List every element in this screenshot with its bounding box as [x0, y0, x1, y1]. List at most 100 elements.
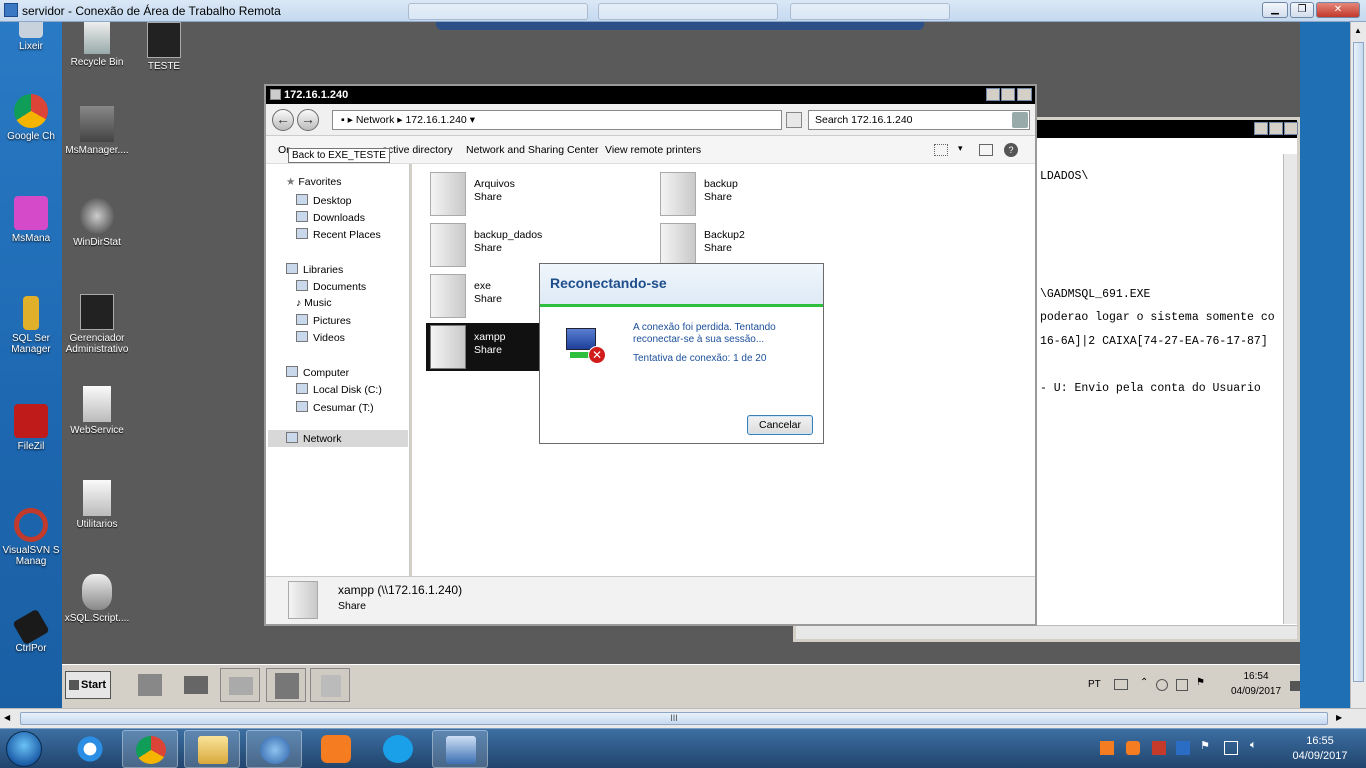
- host-icon-filezilla[interactable]: FileZil: [0, 404, 62, 452]
- host-clock[interactable]: 16:55 04/09/2017: [1290, 734, 1350, 764]
- scroll-thumb[interactable]: [1353, 42, 1364, 682]
- tray-icon[interactable]: [1156, 679, 1168, 691]
- remote-icon-recycle-bin[interactable]: Recycle Bin: [62, 22, 132, 68]
- chevron-up-icon[interactable]: ⌃: [1140, 677, 1148, 688]
- share-item-selected[interactable]: xampp Share: [426, 323, 546, 371]
- remote-icon-utilitarios[interactable]: Utilitarios: [62, 480, 132, 530]
- start-button[interactable]: Start: [65, 671, 111, 699]
- rdp-vertical-scrollbar[interactable]: ▲: [1350, 22, 1366, 708]
- host-icon-msmanager[interactable]: MsMana: [0, 196, 62, 244]
- back-button[interactable]: ←: [272, 109, 294, 131]
- breadcrumb-host[interactable]: 172.16.1.240: [405, 114, 466, 126]
- nav-pictures[interactable]: Pictures: [296, 314, 351, 327]
- search-icon[interactable]: [1012, 112, 1028, 128]
- nav-libraries[interactable]: Libraries: [286, 263, 343, 276]
- console-vertical-scrollbar[interactable]: [1283, 154, 1297, 624]
- taskbar-explorer-button[interactable]: [184, 730, 240, 768]
- explorer-maximize-button[interactable]: [1001, 88, 1015, 101]
- remote-icon-xsql[interactable]: xSQL.Script....: [62, 574, 132, 624]
- taskbar-chrome-button[interactable]: [122, 730, 178, 768]
- xampp-control-tray-icon[interactable]: [1126, 741, 1140, 755]
- remote-icon-gerenciador[interactable]: Gerenciador Administrativo: [62, 294, 132, 355]
- remote-clock-time[interactable]: 16:54: [1226, 671, 1286, 682]
- windows-start-orb[interactable]: [6, 731, 42, 767]
- console-maximize-button[interactable]: [1269, 122, 1283, 135]
- taskbar-remote-desktop-button[interactable]: [432, 730, 488, 768]
- taskbar-thunderbird-button[interactable]: [246, 730, 302, 768]
- explorer-close-button[interactable]: [1017, 88, 1032, 101]
- console-minimize-button[interactable]: [1254, 122, 1268, 135]
- background-tab[interactable]: [408, 3, 588, 20]
- console-horizontal-scrollbar[interactable]: [796, 625, 1297, 639]
- host-icon-ctrlport[interactable]: CtrlPor: [0, 608, 62, 654]
- nav-documents[interactable]: Documents: [296, 280, 366, 293]
- remote-icon-teste[interactable]: TESTE: [129, 22, 199, 72]
- nav-local-disk[interactable]: Local Disk (C:): [296, 383, 382, 396]
- network-tray-icon[interactable]: [1176, 679, 1188, 691]
- scroll-right-arrow-icon[interactable]: ▶: [1336, 713, 1342, 722]
- teamviewer-tray-icon[interactable]: [1176, 741, 1190, 755]
- taskbar-msmanager-button[interactable]: [266, 668, 306, 702]
- share-item[interactable]: Arquivos Share: [426, 170, 626, 218]
- network-sharing-center-button[interactable]: Network and Sharing Center: [466, 144, 599, 156]
- console-close-button[interactable]: [1284, 122, 1298, 135]
- share-item[interactable]: Backup2 Share: [656, 221, 856, 269]
- forward-button[interactable]: →: [297, 109, 319, 131]
- nav-downloads[interactable]: Downloads: [296, 211, 365, 224]
- host-icon-chrome[interactable]: Google Ch: [0, 94, 62, 142]
- taskbar-server-manager-button[interactable]: [130, 668, 170, 702]
- nav-music[interactable]: ♪ Music: [296, 297, 332, 309]
- nav-network[interactable]: Network: [286, 432, 342, 445]
- explorer-minimize-button[interactable]: [986, 88, 1000, 101]
- show-desktop-button[interactable]: [1290, 681, 1300, 691]
- taskbar-powershell-button[interactable]: [176, 668, 216, 702]
- background-tab[interactable]: [598, 3, 778, 20]
- taskbar-xampp-button[interactable]: [308, 730, 364, 768]
- refresh-button[interactable]: [786, 112, 802, 128]
- scroll-up-arrow-icon[interactable]: ▲: [1354, 26, 1362, 35]
- rdp-minimize-button[interactable]: ▁: [1262, 2, 1288, 18]
- preview-pane-icon[interactable]: [979, 144, 993, 156]
- breadcrumb-network[interactable]: Network: [356, 114, 395, 126]
- host-icon-sql-server[interactable]: SQL Ser Manager: [0, 296, 62, 355]
- nav-cesumar-drive[interactable]: Cesumar (T:): [296, 401, 374, 414]
- chevron-down-icon[interactable]: ▾: [958, 143, 963, 154]
- view-remote-printers-button[interactable]: View remote printers: [605, 144, 701, 156]
- rdp-horizontal-scrollbar[interactable]: ◀ III ▶: [0, 708, 1366, 728]
- xampp-tray-icon[interactable]: [1100, 741, 1114, 755]
- remote-icon-windirstat[interactable]: WinDirStat: [62, 198, 132, 248]
- share-item[interactable]: backup_dados Share: [426, 221, 626, 269]
- keyboard-icon[interactable]: [1114, 679, 1128, 690]
- remote-icon-msmanager[interactable]: MsManager....: [62, 106, 132, 156]
- search-active-directory-button[interactable]: active directory: [382, 144, 453, 156]
- volume-icon[interactable]: 🔈︎: [1250, 739, 1257, 752]
- scroll-left-arrow-icon[interactable]: ◀: [4, 713, 10, 722]
- nav-desktop[interactable]: Desktop: [296, 194, 352, 207]
- flag-icon[interactable]: ⚑: [1196, 677, 1205, 688]
- background-tab[interactable]: [790, 3, 950, 20]
- scroll-thumb[interactable]: III: [20, 712, 1328, 725]
- view-options-icon[interactable]: [934, 144, 948, 156]
- cancel-button[interactable]: Cancelar: [747, 415, 813, 435]
- taskbar-ie-button[interactable]: [62, 730, 118, 768]
- host-icon-visualsvn[interactable]: VisualSVN S Manag: [0, 508, 62, 567]
- nav-recent-places[interactable]: Recent Places: [296, 228, 381, 241]
- remote-icon-webservice[interactable]: WebService: [62, 386, 132, 436]
- share-item[interactable]: backup Share: [656, 170, 856, 218]
- flag-icon[interactable]: ⚑: [1200, 739, 1210, 752]
- rdp-restore-button[interactable]: ❐: [1290, 2, 1314, 18]
- remote-clock-date[interactable]: 04/09/2017: [1224, 686, 1288, 697]
- filezilla-tray-icon[interactable]: [1152, 741, 1166, 755]
- language-indicator[interactable]: PT: [1088, 679, 1101, 690]
- help-icon[interactable]: ?: [1004, 143, 1018, 157]
- taskbar-skype-button[interactable]: [370, 730, 426, 768]
- nav-computer[interactable]: Computer: [286, 366, 349, 379]
- connection-bar[interactable]: [436, 22, 924, 30]
- search-input[interactable]: Search 172.16.1.240: [808, 110, 1030, 130]
- nav-videos[interactable]: Videos: [296, 331, 345, 344]
- rdp-close-button[interactable]: ✕: [1316, 2, 1360, 18]
- taskbar-app-button[interactable]: [310, 668, 350, 702]
- address-bar[interactable]: ▪ ▸ Network ▸ 172.16.1.240 ▾: [332, 110, 782, 130]
- network-tray-icon[interactable]: [1224, 741, 1238, 755]
- taskbar-network-button[interactable]: [220, 668, 260, 702]
